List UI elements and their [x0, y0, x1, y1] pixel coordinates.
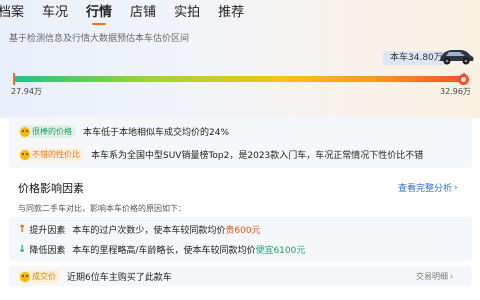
arrow-down-icon: ↓	[18, 244, 27, 255]
range-high-label: 32.96万	[440, 87, 471, 96]
car-icon	[440, 50, 474, 65]
factor-row-down: ↓ 降低因素 本车的里程略高/车龄略长，使本车较同款均价 便宜6100元	[18, 243, 305, 256]
deal-text: 近期6位车主购买了此款车	[67, 273, 172, 283]
tab-archive[interactable]: 档案	[0, 0, 24, 26]
smile-icon	[20, 271, 30, 282]
highlights-card: 很棒的价格 本车低于本地相似车成交均价的24% 不错的性价比 本车系为全国中型S…	[9, 117, 472, 168]
tab-condition[interactable]: 车况	[42, 0, 68, 26]
highlight-row: 很棒的价格 本车低于本地相似车成交均价的24%	[18, 125, 229, 138]
highlight-tag: 不错的性价比	[18, 148, 84, 161]
highlight-row: 不错的性价比 本车系为全国中型SUV销量榜Top2，是2023款入门车，车况正常…	[18, 148, 423, 161]
tab-store[interactable]: 店铺	[130, 0, 156, 26]
factors-title: 价格影响因素	[18, 182, 84, 195]
factor-amount: 便宜6100元	[255, 246, 306, 256]
factors-card: ↑ 提升因素 本车的过户次数少，使本车较同款均价 贵600元 ↓ 降低因素 本车…	[9, 217, 472, 261]
factor-row-up: ↑ 提升因素 本车的过户次数少，使本车较同款均价 贵600元	[18, 223, 261, 236]
current-price-marker	[458, 74, 469, 85]
highlight-text: 本车低于本地相似车成交均价的24%	[83, 128, 230, 138]
trade-details-link[interactable]: 交易明细 ›	[416, 271, 453, 282]
tab-photos[interactable]: 实拍	[174, 0, 200, 26]
factor-amount: 贵600元	[225, 226, 261, 236]
factors-description: 与同款二手车对比，影响本车价格的原因如下：	[18, 204, 186, 213]
range-low-label: 27.94万	[11, 87, 42, 96]
chevron-right-icon: ›	[454, 182, 458, 193]
full-analysis-link[interactable]: 查看完整分析 ›	[398, 181, 458, 195]
tab-recommend[interactable]: 推荐	[218, 0, 244, 26]
arrow-up-icon: ↑	[18, 224, 27, 235]
current-price-label: 本车34.80万	[390, 53, 443, 63]
deal-card: 成交价 近期6位车主购买了此款车	[9, 266, 472, 286]
price-range-bar	[13, 76, 465, 82]
deal-row: 成交价 近期6位车主购买了此款车	[18, 270, 172, 283]
deal-tag: 成交价	[18, 270, 60, 283]
highlight-text: 本车系为全国中型SUV销量榜Top2，是2023款入门车，车况正常情况下性价比不…	[91, 151, 424, 161]
tab-bar: 档案 车况 行情 店铺 实拍 推荐	[0, 0, 480, 26]
smile-icon	[20, 149, 30, 160]
highlight-tag: 很棒的价格	[18, 125, 76, 138]
range-low-tick	[13, 73, 15, 85]
smile-icon	[20, 126, 30, 137]
price-range-subtitle: 基于检测信息及行情大数据预估本车估价区间	[9, 34, 190, 44]
factor-type: 降低因素	[29, 246, 66, 256]
factor-text: 本车的过户次数少，使本车较同款均价	[72, 226, 226, 236]
factor-type: 提升因素	[29, 226, 66, 236]
tab-market[interactable]: 行情	[86, 0, 112, 26]
chevron-right-icon: ›	[450, 272, 454, 281]
factor-text: 本车的里程略高/车龄略长，使本车较同款均价	[72, 246, 256, 256]
